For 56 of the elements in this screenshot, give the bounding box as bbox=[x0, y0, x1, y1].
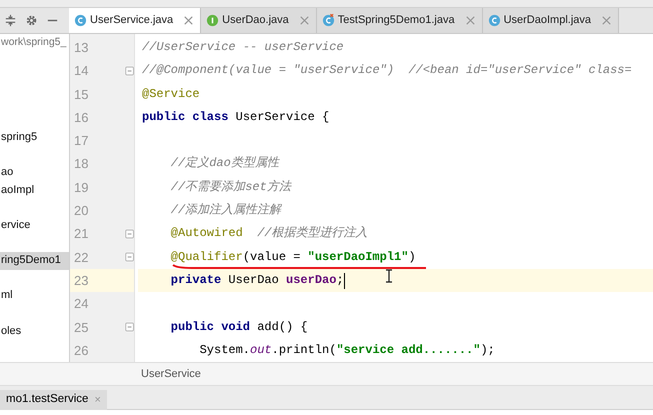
line-number: 26 bbox=[74, 342, 90, 360]
line-number: 22 bbox=[74, 248, 90, 267]
collapse-icon bbox=[4, 14, 17, 27]
code-line: @Qualifier(value = "userDaoImpl1") bbox=[170, 248, 416, 266]
editor-tab[interactable]: UserDaoImpl.java bbox=[482, 8, 619, 33]
line-number: 13 bbox=[74, 39, 90, 57]
fold-icon[interactable] bbox=[124, 252, 134, 262]
code-line: public class UserService { bbox=[142, 108, 330, 126]
line-number: 23 bbox=[74, 272, 90, 290]
code-line: //UserService -- userService bbox=[142, 39, 344, 56]
line-number: 15 bbox=[74, 86, 90, 104]
tree-item[interactable]: ring5Demo1 bbox=[0, 252, 69, 270]
editor-tab[interactable]: UserDao.java bbox=[201, 8, 317, 33]
line-number: 18 bbox=[74, 155, 90, 174]
tree-item[interactable]: oles bbox=[0, 322, 69, 340]
close-icon[interactable] bbox=[464, 14, 477, 27]
line-number: 24 bbox=[74, 295, 90, 314]
close-icon[interactable] bbox=[298, 14, 311, 27]
interface-file-icon bbox=[206, 14, 220, 27]
code-line: //定义dao类型属性 bbox=[170, 155, 279, 172]
code-line: //@Component(value = "userService") //<bean id="userService" class= bbox=[142, 62, 632, 80]
tree-item[interactable]: ao bbox=[0, 164, 69, 182]
test-file-icon bbox=[322, 14, 335, 27]
code-line: @Autowired //根据类型进行注入 bbox=[170, 225, 368, 242]
project-path: work\spring5_ bbox=[0, 35, 66, 50]
line-number: 17 bbox=[74, 132, 90, 150]
code-line: private UserDao userDao; bbox=[170, 272, 344, 289]
code-line: //不需要添加set方法 bbox=[170, 178, 291, 196]
close-icon[interactable] bbox=[600, 14, 613, 27]
code-line: public void add() { bbox=[170, 318, 308, 336]
text-cursor-icon bbox=[385, 269, 393, 283]
run-tab[interactable]: mo1.testService × bbox=[0, 390, 107, 410]
fold-icon[interactable] bbox=[124, 66, 134, 76]
class-file-icon bbox=[488, 14, 501, 27]
line-number: 19 bbox=[74, 178, 90, 197]
close-icon[interactable] bbox=[182, 14, 196, 27]
fold-icon[interactable] bbox=[124, 229, 134, 240]
line-number: 20 bbox=[74, 202, 90, 220]
editor-tab[interactable]: TestSpring5Demo1.java bbox=[316, 8, 483, 33]
code-line: @Service bbox=[142, 86, 200, 103]
settings-icon bbox=[25, 14, 38, 27]
line-number: 14 bbox=[74, 62, 90, 80]
code-line: System.out.println("service add......."); bbox=[200, 342, 495, 359]
line-number: 21 bbox=[74, 225, 90, 244]
editor-tab[interactable]: UserService.java bbox=[69, 8, 202, 33]
code-line: //添加注入属性注解 bbox=[170, 202, 282, 220]
tree-item[interactable]: ervice bbox=[0, 216, 69, 235]
tree-item[interactable]: spring5 bbox=[0, 129, 69, 147]
line-number: 25 bbox=[74, 318, 90, 337]
line-number: 16 bbox=[74, 108, 90, 127]
fold-icon[interactable] bbox=[124, 322, 134, 332]
tree-item[interactable]: aoImpl bbox=[0, 182, 69, 200]
class-file-icon bbox=[74, 14, 87, 27]
text-caret bbox=[344, 272, 346, 289]
tree-item[interactable]: ml bbox=[0, 287, 69, 305]
breadcrumb-label[interactable]: UserService bbox=[0, 362, 653, 386]
